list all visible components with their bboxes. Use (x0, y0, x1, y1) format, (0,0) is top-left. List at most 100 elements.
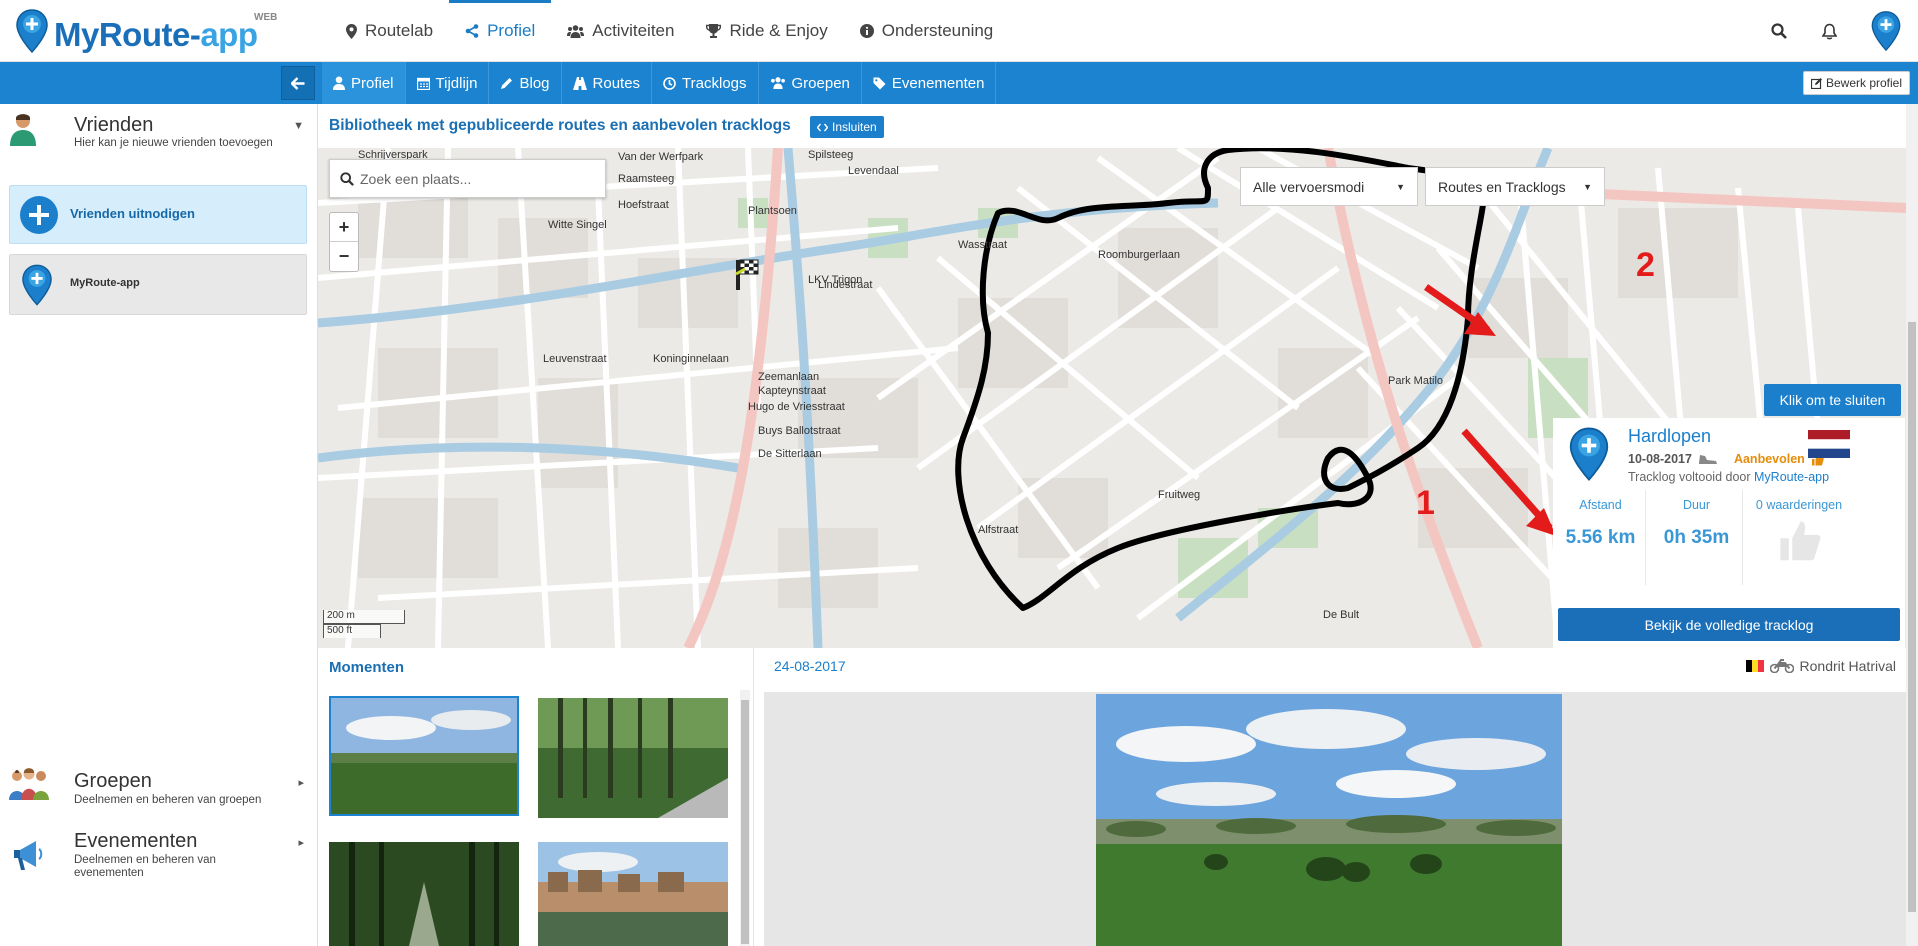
moments-scrollbar[interactable] (740, 690, 750, 946)
header-actions (1754, 0, 1918, 62)
moment-thumbnail[interactable] (329, 842, 519, 946)
embed-button[interactable]: Insluiten (810, 116, 884, 138)
stat-label: 0 waarderingen (1755, 498, 1843, 512)
close-tracklog-button[interactable]: Klik om te sluiten (1764, 384, 1901, 416)
moment-photo[interactable] (1096, 694, 1562, 946)
groups-section[interactable]: Groepen Deelnemen en beheren van groepen… (0, 758, 318, 808)
tab-tijdlijn[interactable]: Tijdlijn (406, 62, 490, 104)
logo-badge: WEB (254, 12, 278, 23)
tab-tracklogs[interactable]: Tracklogs (652, 62, 759, 104)
nav-routelab[interactable]: Routelab (330, 0, 449, 62)
info-icon (859, 24, 874, 38)
edit-icon (1810, 77, 1822, 89)
annotation-number-1: 1 (1416, 484, 1435, 522)
nav-activiteiten[interactable]: Activiteiten (551, 0, 690, 62)
invite-friends-button[interactable]: Vrienden uitnodigen (9, 185, 307, 244)
search-placeholder: Zoek een plaats... (360, 171, 472, 187)
map-label: Van der Werfpark (618, 151, 704, 163)
tab-profiel-label: Profiel (351, 74, 394, 92)
page-scrollbar[interactable] (1906, 104, 1918, 946)
stat-duration: Duur 0h 35m (1651, 490, 1743, 585)
tab-evenementen[interactable]: Evenementen (862, 62, 997, 104)
nav-profiel[interactable]: Profiel (449, 0, 552, 62)
zoom-out-button[interactable]: − (330, 242, 358, 271)
tab-routes[interactable]: Routes (562, 62, 653, 104)
embed-label: Insluiten (832, 120, 877, 134)
map-label: Kapteynstraat (758, 385, 826, 397)
app-logo[interactable]: MyRoute-app WEB (16, 8, 278, 58)
tab-profiel[interactable]: Profiel (322, 62, 406, 104)
scale-imperial: 500 ft (323, 624, 381, 638)
route-type-select[interactable]: Routes en Tracklogs ▼ (1425, 167, 1605, 206)
moment-thumbnail[interactable] (538, 698, 728, 818)
nav-ondersteuning-label: Ondersteuning (881, 21, 994, 40)
friends-section[interactable]: Vrienden Hier kan je nieuwe vrienden toe… (0, 104, 318, 164)
profile-tabs: Profiel Tijdlijn Blog Routes Tracklogs G… (322, 62, 997, 104)
moments-title: Momenten (329, 659, 404, 676)
myroute-pin-icon (1569, 427, 1609, 481)
friend-avatar-icon (10, 114, 36, 146)
edit-profile-button[interactable]: Bewerk profiel (1802, 71, 1910, 95)
code-icon (817, 123, 828, 131)
completed-by: Tracklog voltooid door MyRoute-app (1628, 470, 1830, 484)
zoom-in-button[interactable]: + (330, 213, 358, 242)
logo-pin-icon (16, 9, 48, 54)
transport-mode-value: Alle vervoersmodi (1253, 178, 1365, 195)
route-map[interactable]: Schrijverspark Van der Werfpark Raamstee… (318, 148, 1906, 648)
map-label: Levendaal (848, 165, 899, 177)
stat-ratings: 0 waarderingen (1749, 490, 1849, 585)
map-label: Wasstraat (958, 239, 1007, 251)
search-button[interactable] (1754, 0, 1804, 62)
pencil-icon (501, 77, 513, 89)
tab-groepen-label: Groepen (791, 74, 850, 92)
map-label: Plantsoen (748, 205, 797, 217)
road-icon (572, 76, 587, 90)
nav-ride-enjoy[interactable]: Ride & Enjoy (690, 0, 843, 62)
map-label: Witte Singel (548, 219, 607, 231)
map-label: LKV Trigon (808, 274, 862, 286)
user-avatar[interactable] (1854, 0, 1918, 62)
route-type-value: Routes en Tracklogs (1438, 178, 1566, 195)
netherlands-flag-icon (1808, 430, 1850, 458)
page-title: Bibliotheek met gepubliceerde routes en … (329, 117, 791, 134)
friends-title: Vrienden (74, 114, 154, 136)
moment-thumbnail[interactable] (538, 842, 728, 946)
avatar-pin-icon (1871, 11, 1901, 52)
recommended-badge: Aanbevolen (1733, 452, 1805, 466)
completed-by-link[interactable]: MyRoute-app (1754, 470, 1829, 484)
tab-tracklogs-label: Tracklogs (682, 74, 747, 92)
map-label: De Sitterlaan (758, 448, 822, 460)
tab-groepen[interactable]: Groepen (759, 62, 862, 104)
thumbs-up-icon (1780, 521, 1821, 561)
notifications-button[interactable] (1804, 0, 1854, 62)
events-subtitle: Deelnemen en beheren van evenementen (74, 854, 216, 879)
nav-ondersteuning[interactable]: Ondersteuning (844, 0, 1010, 62)
place-search-input[interactable]: Zoek een plaats... (329, 159, 606, 198)
post-name[interactable]: Rondrit Hatrival (1800, 658, 1896, 674)
zoom-control: + − (329, 212, 359, 272)
annotation-number-2: 2 (1636, 246, 1655, 284)
nav-ride-enjoy-label: Ride & Enjoy (729, 21, 828, 40)
tracklog-title[interactable]: Hardlopen (1628, 426, 1711, 447)
view-full-tracklog-button[interactable]: Bekijk de volledige tracklog (1558, 608, 1900, 641)
events-title: Evenementen (74, 830, 198, 852)
invite-friends-label: Vrienden uitnodigen (70, 206, 195, 221)
map-label: Fruitweg (1158, 489, 1200, 501)
tab-blog[interactable]: Blog (489, 62, 562, 104)
events-section[interactable]: Evenementen Deelnemen en beheren van eve… (0, 830, 318, 890)
logo-text-2: app (200, 16, 258, 53)
nav-activiteiten-label: Activiteiten (592, 21, 675, 40)
bell-icon (1821, 23, 1837, 39)
collapse-sidebar-button[interactable] (281, 66, 315, 100)
stat-value: 0h 35m (1663, 527, 1730, 548)
map-label: Roomburgerlaan (1098, 249, 1180, 261)
running-shoe-icon (1698, 455, 1717, 464)
friend-item[interactable]: MyRoute-app (9, 254, 307, 315)
chevron-down-icon: ▼ (1396, 181, 1405, 192)
search-icon (1771, 23, 1787, 39)
stat-distance: Afstand 5.56 km (1556, 490, 1646, 585)
map-label: Buys Ballotstraat (758, 425, 841, 437)
transport-mode-select[interactable]: Alle vervoersmodi ▼ (1240, 167, 1418, 206)
caret-right-icon: ▸ (298, 777, 304, 789)
moment-thumbnail[interactable] (329, 696, 519, 816)
